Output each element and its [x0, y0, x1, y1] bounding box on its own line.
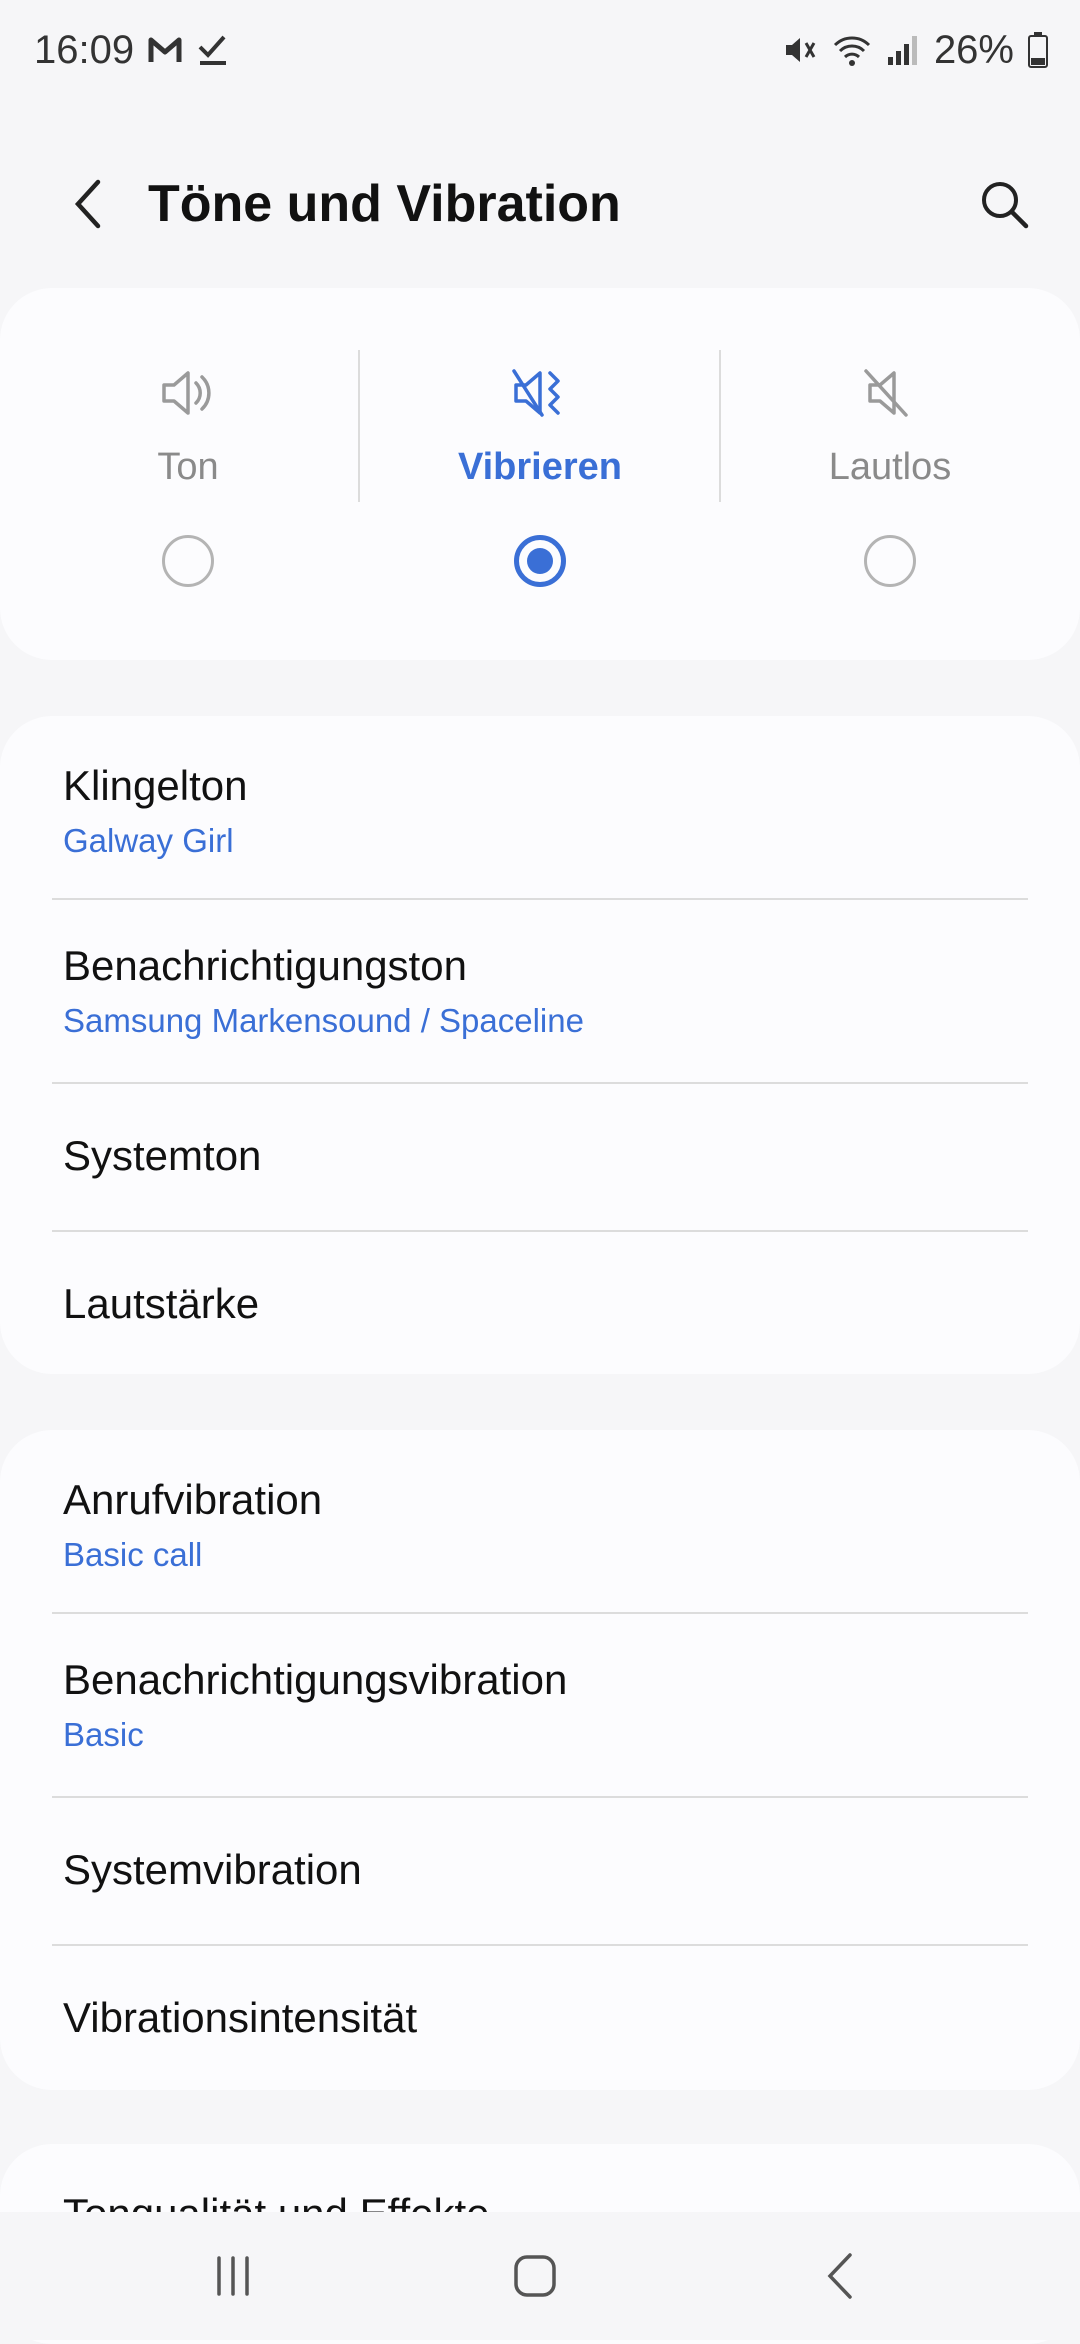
- wifi-icon: [832, 33, 872, 67]
- back-icon: [827, 2253, 852, 2299]
- page-title: Töne und Vibration: [148, 175, 621, 233]
- ringtone-title: Klingelton: [63, 762, 248, 809]
- sound-mode-card: Ton Vibrieren Lautlos: [0, 288, 1080, 660]
- back-button[interactable]: [56, 172, 120, 236]
- vibration-intensity-title: Vibrationsintensität: [63, 1994, 418, 2041]
- mode-sound-radio[interactable]: [162, 535, 214, 587]
- list-item-system-vibration[interactable]: Systemvibration: [0, 1798, 1080, 1944]
- vibrate-icon: [510, 358, 570, 428]
- mode-silent-radio[interactable]: [864, 535, 916, 587]
- system-vibration-title: Systemvibration: [63, 1846, 362, 1893]
- ringtone-value: Galway Girl: [63, 822, 234, 859]
- mode-silent[interactable]: Lautlos: [710, 288, 1070, 660]
- mode-sound-label: Ton: [157, 446, 219, 488]
- navigation-bar: [0, 2212, 1080, 2340]
- mode-vibrate-radio[interactable]: [514, 535, 566, 587]
- vibration-settings-card: Anrufvibration Basic call Benachrichtigu…: [0, 1430, 1080, 2090]
- mute-vibrate-icon: [782, 33, 818, 67]
- mode-divider: [358, 350, 360, 502]
- battery-icon: [1028, 32, 1048, 68]
- notification-vibration-title: Benachrichtigungsvibration: [63, 1656, 568, 1703]
- notification-sound-title: Benachrichtigungston: [63, 942, 467, 989]
- status-bar: 16:09 26%: [0, 0, 1080, 100]
- speaker-icon: [158, 358, 218, 428]
- search-button[interactable]: [970, 170, 1040, 240]
- mode-vibrate[interactable]: Vibrieren: [360, 288, 720, 660]
- back-nav-button[interactable]: [800, 2236, 880, 2316]
- list-item-vibration-intensity[interactable]: Vibrationsintensität: [0, 1946, 1080, 2090]
- chevron-left-icon: [74, 179, 101, 229]
- check-icon: [196, 33, 230, 67]
- sound-settings-card: Klingelton Galway Girl Benachrichtigungs…: [0, 716, 1080, 1374]
- status-time: 16:09: [34, 27, 135, 72]
- mode-vibrate-label: Vibrieren: [457, 446, 623, 488]
- list-item-notification-sound[interactable]: Benachrichtigungston Samsung Markensound…: [0, 900, 1080, 1082]
- list-item-volume[interactable]: Lautstärke: [0, 1232, 1080, 1374]
- recent-apps-icon: [217, 2256, 249, 2296]
- search-icon: [982, 182, 1029, 229]
- home-icon: [514, 2255, 556, 2297]
- list-item-ringtone[interactable]: Klingelton Galway Girl: [0, 716, 1080, 898]
- app-bar: Töne und Vibration: [0, 140, 1080, 270]
- notification-vibration-value: Basic: [63, 1716, 144, 1753]
- status-right: 26%: [782, 28, 1048, 73]
- call-vibration-title: Anrufvibration: [63, 1476, 323, 1523]
- list-item-system-sound[interactable]: Systemton: [0, 1084, 1080, 1230]
- status-left: 16:09: [34, 28, 230, 73]
- mode-sound[interactable]: Ton: [8, 288, 368, 660]
- gmail-icon: [148, 36, 182, 64]
- home-button[interactable]: [495, 2236, 575, 2316]
- signal-icon: [886, 33, 920, 67]
- call-vibration-value: Basic call: [63, 1536, 203, 1573]
- recent-apps-button[interactable]: [193, 2236, 273, 2316]
- mode-divider: [719, 350, 721, 502]
- mute-icon: [860, 358, 920, 428]
- volume-title: Lautstärke: [63, 1280, 260, 1327]
- system-sound-title: Systemton: [63, 1132, 262, 1179]
- list-item-call-vibration[interactable]: Anrufvibration Basic call: [0, 1430, 1080, 1612]
- mode-silent-label: Lautlos: [828, 446, 952, 488]
- battery-text: 26%: [933, 27, 1014, 72]
- notification-sound-value: Samsung Markensound / Spaceline: [63, 1002, 584, 1039]
- list-item-notification-vibration[interactable]: Benachrichtigungsvibration Basic: [0, 1614, 1080, 1796]
